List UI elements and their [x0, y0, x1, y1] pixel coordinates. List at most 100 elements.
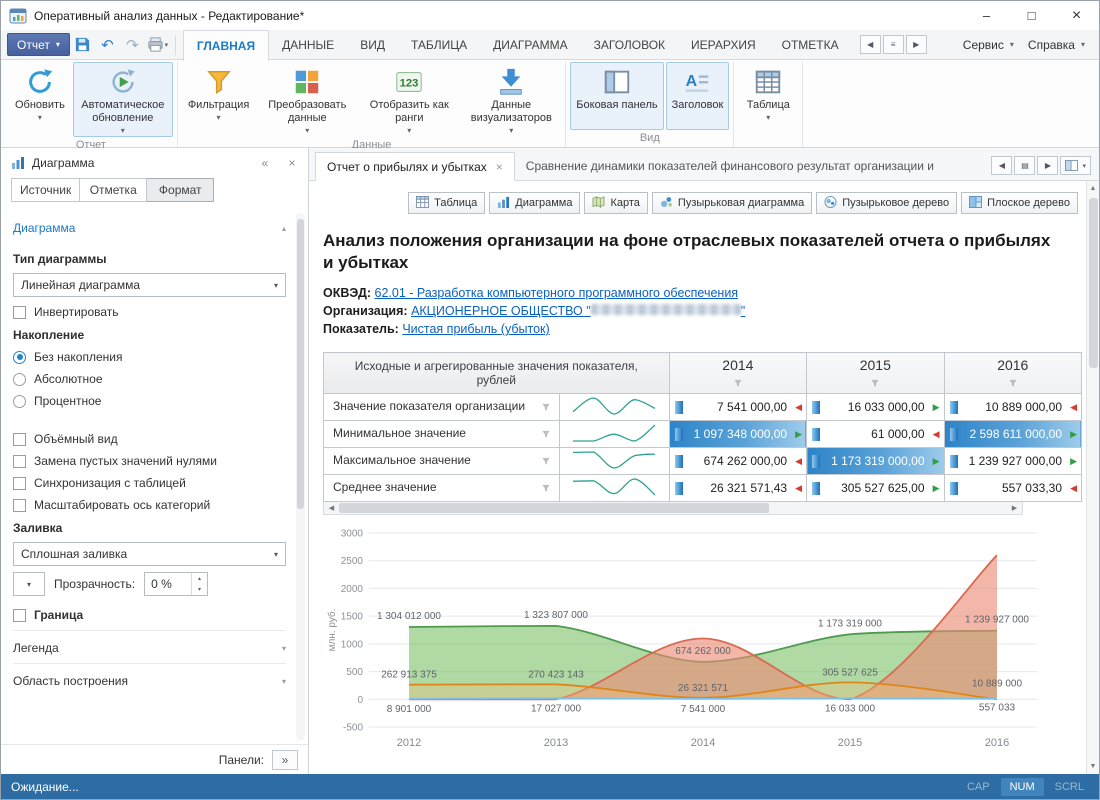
scrollbar-thumb[interactable] — [339, 503, 769, 513]
panels-expand-button[interactable]: » — [272, 750, 298, 770]
chart-type-select[interactable]: Линейная диаграмма▾ — [13, 273, 286, 297]
help-menu[interactable]: Справка▾ — [1028, 38, 1085, 52]
checkbox-box[interactable] — [13, 499, 26, 512]
table-button[interactable]: Таблица▾ — [738, 62, 798, 142]
print-button[interactable]: ▾ — [145, 33, 170, 57]
replace-empty-with-zeros-checkbox[interactable]: Замена пустых значений нулями — [13, 454, 286, 468]
fill-color-dropdown[interactable]: ▾ — [13, 572, 45, 596]
chart-section[interactable]: Диаграмма▴ — [13, 211, 286, 243]
year-column-header[interactable]: 2016 — [944, 353, 1081, 394]
view-chart-button[interactable]: Диаграмма — [489, 192, 580, 214]
view-table-button[interactable]: Таблица — [408, 192, 485, 214]
auto-refresh-button[interactable]: Автоматическое обновление▾ — [73, 62, 173, 137]
filter-icon[interactable] — [870, 375, 881, 385]
tab-home[interactable]: ГЛАВНАЯ — [183, 30, 269, 61]
panel-collapse-button[interactable]: « — [255, 153, 275, 173]
volume-view-checkbox[interactable]: Объёмный вид — [13, 432, 286, 446]
spinner-down-icon[interactable]: ▾ — [192, 584, 207, 595]
doc-tab-profit-loss[interactable]: Отчет о прибылях и убытках× — [315, 152, 515, 181]
radio-button[interactable] — [13, 373, 26, 386]
side-panel-button[interactable]: Боковая панель — [570, 62, 663, 130]
sync-with-table-checkbox[interactable]: Синхронизация с таблицей — [13, 476, 286, 490]
tab-chart[interactable]: ДИАГРАММА — [480, 30, 580, 60]
scroll-right-icon[interactable]: ▶ — [1007, 502, 1022, 514]
panel-close-button[interactable]: × — [282, 153, 302, 173]
scrollbar-thumb[interactable] — [297, 219, 304, 509]
transparency-spinner[interactable]: 0 %▴▾ — [144, 572, 208, 596]
filter-icon[interactable] — [541, 401, 551, 415]
doc-tab-comparison[interactable]: Сравнение динамики показателей финансово… — [515, 151, 945, 180]
radio-button[interactable] — [13, 395, 26, 408]
sidebar-scrollbar[interactable] — [296, 213, 305, 740]
checkbox-box[interactable] — [13, 455, 26, 468]
content-v-scrollbar[interactable]: ▲ ▼ — [1086, 181, 1099, 774]
close-button[interactable]: × — [1054, 1, 1099, 30]
spinner-up-icon[interactable]: ▴ — [192, 573, 207, 584]
scroll-up-icon[interactable]: ▲ — [1090, 181, 1097, 196]
view-treemap-button[interactable]: Плоское дерево — [961, 192, 1078, 214]
transform-data-button[interactable]: Преобразовать данные▾ — [257, 62, 357, 137]
sidebar-tab-format[interactable]: Формат — [147, 178, 214, 202]
sidebar-tab-mark[interactable]: Отметка — [80, 178, 147, 202]
invert-checkbox[interactable]: Инвертировать — [13, 305, 286, 319]
service-menu[interactable]: Сервис▾ — [963, 38, 1014, 52]
fill-type-select[interactable]: Сплошная заливка▾ — [13, 542, 286, 566]
doc-tab-scroll-left-button[interactable]: ◀ — [991, 156, 1012, 175]
scale-category-axis-checkbox[interactable]: Масштабировать ось категорий — [13, 498, 286, 512]
view-bubble-chart-button[interactable]: Пузырьковая диаграмма — [652, 192, 812, 214]
filter-icon[interactable] — [541, 428, 551, 442]
sidebar-tab-source[interactable]: Источник — [11, 178, 80, 202]
year-column-header[interactable]: 2014 — [669, 353, 806, 394]
okved-field-link[interactable]: 62.01 - Разработка компьютерного програм… — [375, 286, 739, 300]
scroll-down-icon[interactable]: ▼ — [1090, 759, 1097, 774]
absolute-radio[interactable]: Абсолютное — [13, 372, 286, 386]
minimize-button[interactable]: – — [964, 1, 1009, 30]
filter-icon[interactable] — [732, 375, 743, 385]
filter-button[interactable]: Фильтрация▾ — [182, 62, 255, 137]
legend-section[interactable]: Легенда▾ — [13, 630, 286, 663]
filter-icon[interactable] — [541, 482, 551, 496]
tab-title[interactable]: ЗАГОЛОВОК — [581, 30, 678, 60]
save-button[interactable] — [70, 33, 95, 57]
checkbox-box[interactable] — [13, 306, 26, 319]
filter-icon[interactable] — [1007, 375, 1018, 385]
view-bubble-tree-button[interactable]: Пузырьковое дерево — [816, 192, 957, 214]
tab-view[interactable]: ВИД — [347, 30, 398, 60]
scrollbar-thumb[interactable] — [1089, 198, 1098, 368]
checkbox-box[interactable] — [13, 477, 26, 490]
maximize-button[interactable]: □ — [1009, 1, 1054, 30]
layout-button[interactable]: ▾ — [1060, 156, 1091, 175]
view-map-button[interactable]: Карта — [584, 192, 647, 214]
report-menu-button[interactable]: Отчет▾ — [7, 33, 70, 56]
checkbox-box[interactable] — [13, 609, 26, 622]
refresh-button[interactable]: Обновить▾ — [9, 62, 71, 137]
tab-hierarchy[interactable]: ИЕРАРХИЯ — [678, 30, 769, 60]
visualizer-data-button[interactable]: Данные визуализаторов▾ — [461, 62, 561, 137]
filter-icon[interactable] — [541, 455, 551, 469]
percent-radio[interactable]: Процентное — [13, 394, 286, 408]
no-accumulation-radio[interactable]: Без накопления — [13, 350, 286, 364]
close-tab-icon[interactable]: × — [496, 160, 503, 174]
tab-mark[interactable]: ОТМЕТКА — [769, 30, 852, 60]
doc-tab-list-button[interactable]: ▤ — [1014, 156, 1035, 175]
tab-table[interactable]: ТАБЛИЦА — [398, 30, 480, 60]
tab-data[interactable]: ДАННЫЕ — [269, 30, 347, 60]
indicator-field-link[interactable]: Чистая прибыль (убыток) — [402, 322, 549, 336]
ribbon-scroll-right-button[interactable]: ▶ — [906, 35, 927, 54]
radio-button[interactable] — [13, 351, 26, 364]
plot-area-section[interactable]: Область построения▾ — [13, 663, 286, 696]
table-h-scrollbar[interactable]: ◀ ▶ — [323, 502, 1023, 515]
header-button[interactable]: AЗаголовок — [666, 62, 730, 130]
scroll-left-icon[interactable]: ◀ — [324, 502, 339, 514]
undo-button[interactable]: ↶ — [95, 33, 120, 57]
redo-button[interactable]: ↷ — [120, 33, 145, 57]
doc-tab-scroll-right-button[interactable]: ▶ — [1037, 156, 1058, 175]
organization-field-link[interactable]: АКЦИОНЕРНОЕ ОБЩЕСТВО "" — [411, 304, 745, 318]
border-checkbox[interactable]: Граница — [13, 608, 286, 622]
ribbon-options-button[interactable]: ≡ — [883, 35, 904, 54]
show-as-ranks-button[interactable]: 123Отобразить как ранги▾ — [359, 62, 459, 137]
checkbox-box[interactable] — [13, 433, 26, 446]
spinner-buttons[interactable]: ▴▾ — [191, 573, 207, 595]
ribbon-scroll-left-button[interactable]: ◀ — [860, 35, 881, 54]
year-column-header[interactable]: 2015 — [807, 353, 944, 394]
